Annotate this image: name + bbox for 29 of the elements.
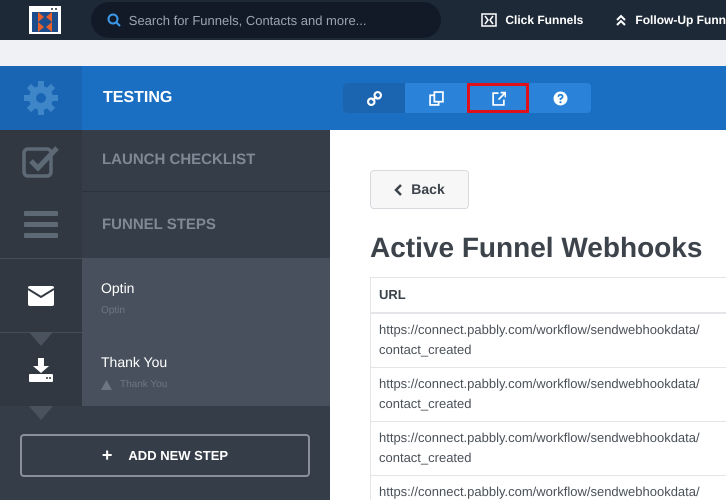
envelope-icon	[28, 286, 54, 306]
toolbar-button[interactable]	[467, 83, 529, 113]
funnel-logo-icon	[481, 13, 498, 27]
chevron-left-icon	[394, 184, 404, 196]
logo-icon[interactable]	[28, 5, 62, 35]
nav-link[interactable]: Click Funnels	[481, 11, 584, 29]
step-title: Optin	[101, 279, 136, 298]
checkbox-icon	[22, 144, 60, 178]
table-cell-text: https://connect.pabbly.com/workflow/sendwebhookdata/	[379, 483, 701, 500]
help-icon	[552, 90, 568, 106]
link-icon	[366, 90, 382, 106]
menu-icon	[24, 211, 58, 239]
add-step-button[interactable]: + ADD NEW STEP	[20, 434, 310, 477]
download-icon	[29, 358, 53, 382]
nav-link[interactable]: Follow-Up Funn	[615, 11, 726, 29]
column-header: URL	[371, 278, 726, 314]
search-icon	[106, 13, 121, 27]
step-title: Thank You	[101, 353, 168, 372]
table-cell-text: https://connect.pabbly.com/workflow/sendwebhookdata/contact_created	[379, 375, 701, 413]
search-field[interactable]: Search for Funnels, Contacts and more...	[90, 2, 442, 38]
page-heading: Active Funnel Webhooks	[370, 231, 704, 265]
table-cell-text: https://connect.pabbly.com/workflow/sendwebhookdata/contact_created	[379, 429, 701, 467]
back-button[interactable]: Back	[370, 170, 469, 209]
double-chevron-icon	[615, 14, 628, 26]
table-cell-text: https://connect.pabbly.com/workflow/sendwebhookdata/contact_created	[379, 321, 701, 359]
funnel-title: TESTING	[103, 88, 174, 108]
copy-icon	[428, 90, 444, 106]
external-link-icon	[490, 90, 506, 106]
toolbar-button[interactable]	[343, 83, 405, 113]
